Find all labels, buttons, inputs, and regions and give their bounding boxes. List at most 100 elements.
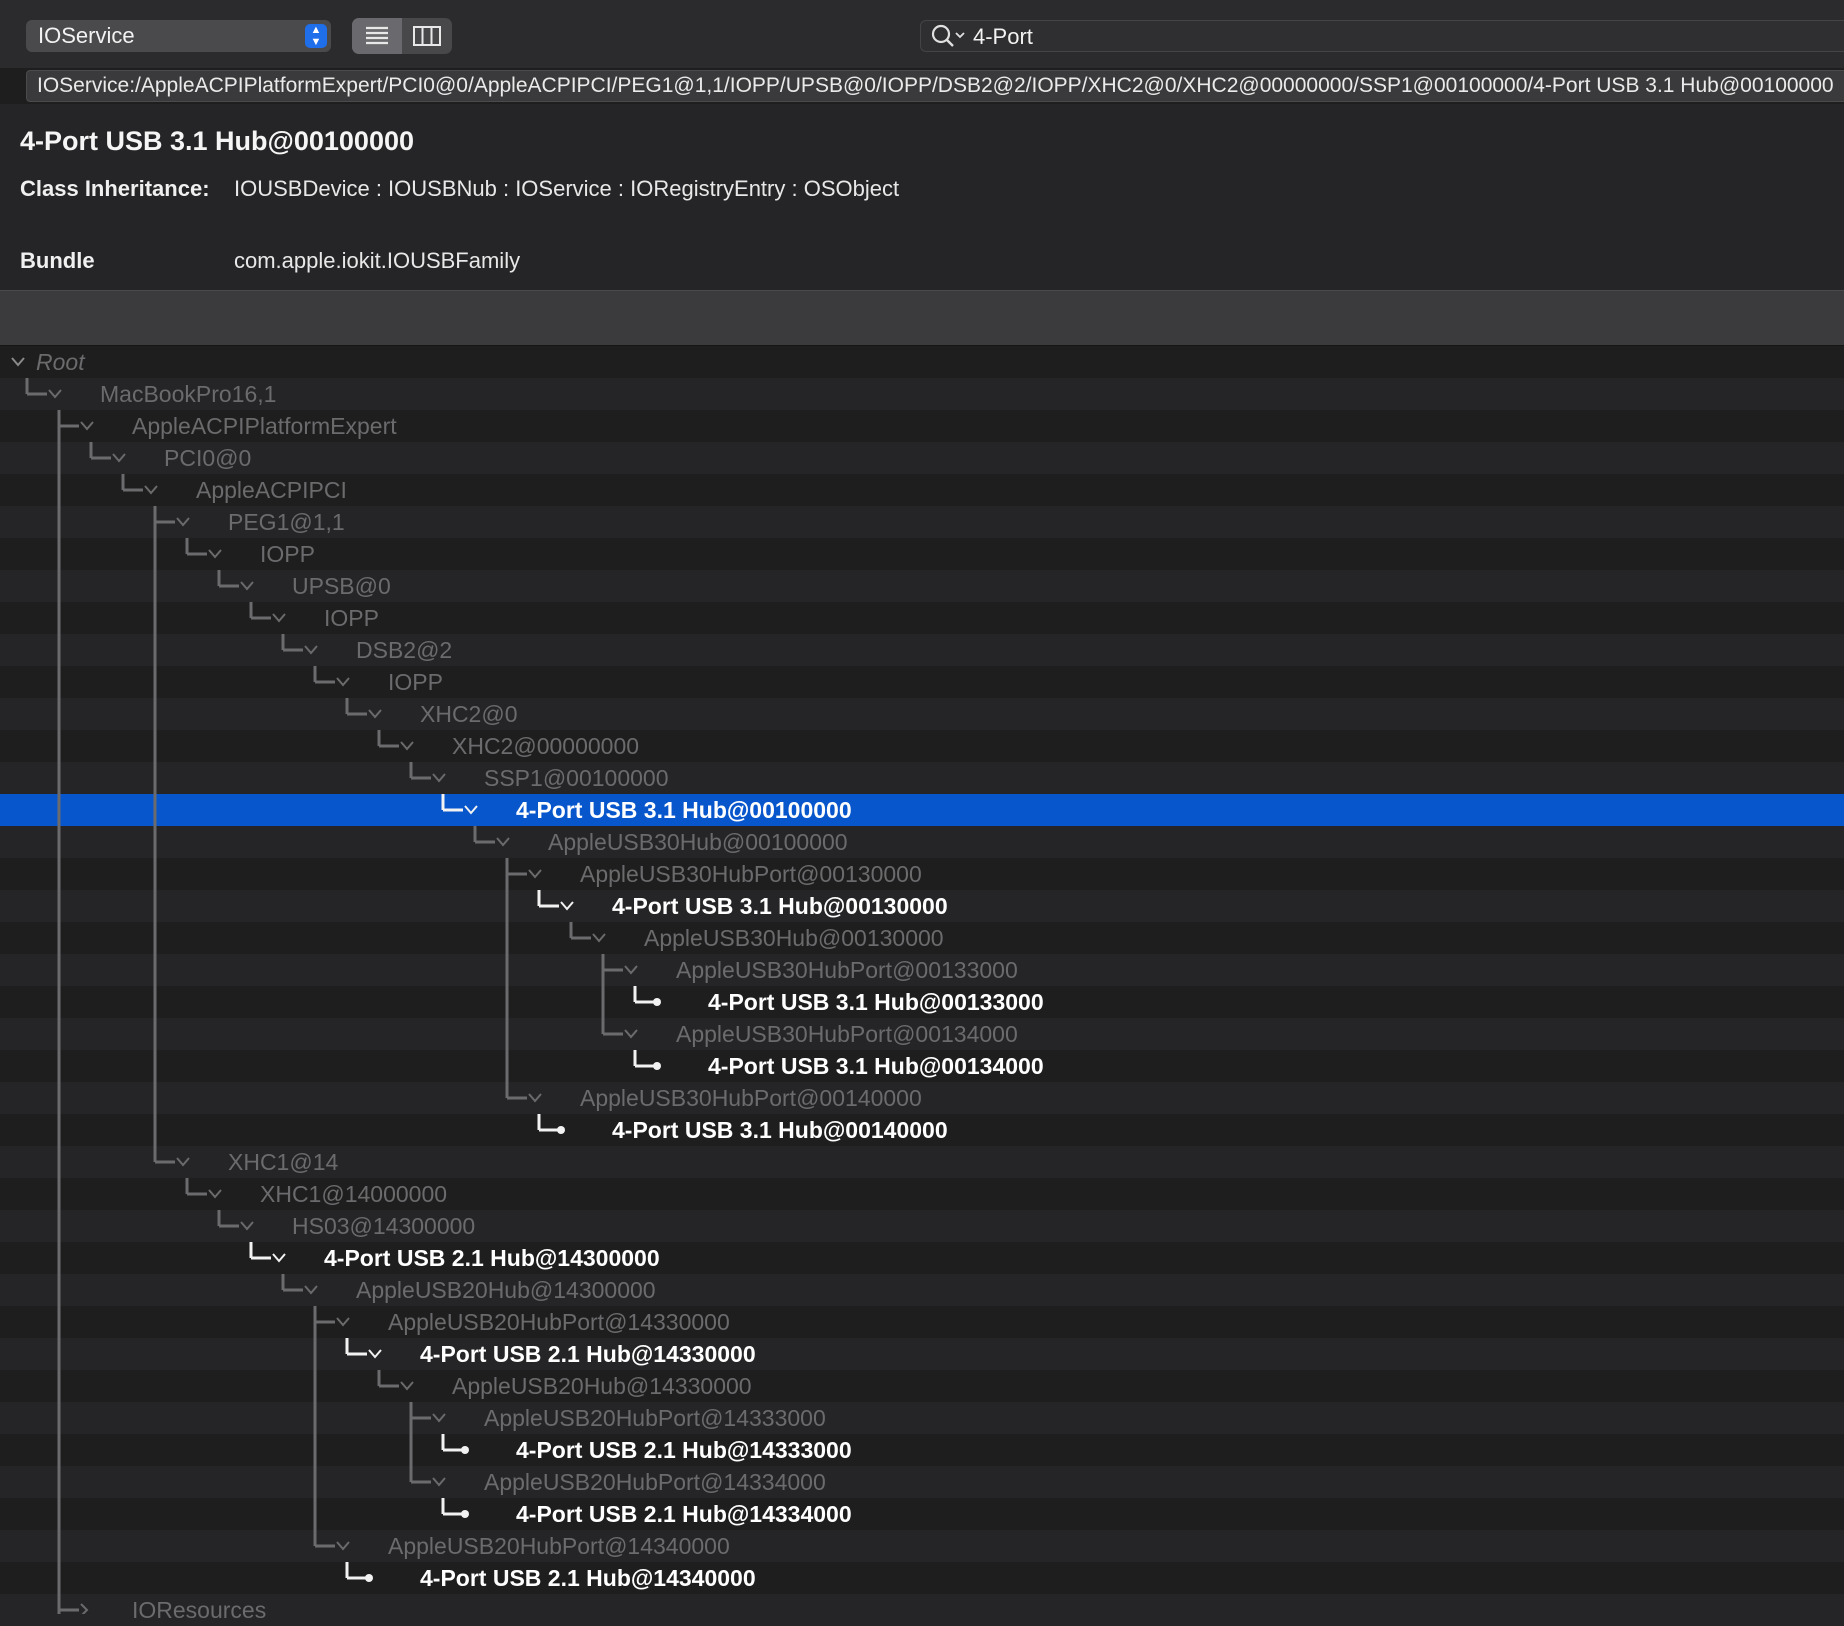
tree-row[interactable]: XHC2@00000000: [0, 730, 1844, 762]
list-view-icon: [366, 26, 388, 45]
tree-node-label: AppleUSB30Hub@00130000: [644, 925, 944, 951]
inheritance-label: Class Inheritance:: [20, 176, 210, 201]
tree-node-label: Root: [36, 349, 85, 375]
tree-row[interactable]: PCI0@0: [0, 442, 1844, 474]
tree-row[interactable]: AppleACPIPlatformExpert: [0, 410, 1844, 442]
tree-row[interactable]: IOPP: [0, 602, 1844, 634]
tree-row[interactable]: UPSB@0: [0, 570, 1844, 602]
tree-row[interactable]: Root: [0, 346, 1844, 378]
object-title: 4-Port USB 3.1 Hub@00100000: [20, 126, 414, 156]
tree-row[interactable]: MacBookPro16,1: [0, 378, 1844, 410]
tree-row[interactable]: XHC1@14000000: [0, 1178, 1844, 1210]
bundle-label: Bundle: [20, 248, 95, 273]
tree-row[interactable]: 4-Port USB 3.1 Hub@00140000: [0, 1114, 1844, 1146]
tree-row[interactable]: 4-Port USB 2.1 Hub@14334000: [0, 1498, 1844, 1530]
tree-row[interactable]: AppleUSB30HubPort@00133000: [0, 954, 1844, 986]
bundle-value: com.apple.iokit.IOUSBFamily: [234, 248, 521, 273]
tree-row[interactable]: 4-Port USB 3.1 Hub@00130000: [0, 890, 1844, 922]
tree-node-label: 4-Port USB 3.1 Hub@00140000: [612, 1117, 948, 1143]
tree-node-label: AppleUSB20HubPort@14340000: [388, 1533, 730, 1559]
search-field[interactable]: [920, 20, 1844, 53]
tree-row[interactable]: 4-Port USB 2.1 Hub@14330000: [0, 1338, 1844, 1370]
tree-row[interactable]: IOResources: [0, 1594, 1844, 1626]
tree-row[interactable]: AppleUSB30Hub@00130000: [0, 922, 1844, 954]
tree-node-label: MacBookPro16,1: [100, 381, 277, 407]
tree-row[interactable]: AppleACPIPCI: [0, 474, 1844, 506]
tree-node-label: IOPP: [388, 669, 443, 695]
tree-row[interactable]: 4-Port USB 3.1 Hub@00100000: [0, 794, 1844, 826]
tree-row[interactable]: 4-Port USB 2.1 Hub@14333000: [0, 1434, 1844, 1466]
tree-row[interactable]: AppleUSB20Hub@14330000: [0, 1370, 1844, 1402]
tree-node-label: XHC1@14000000: [260, 1181, 448, 1207]
tree-node-label: AppleUSB20HubPort@14330000: [388, 1309, 730, 1335]
tree-row[interactable]: AppleUSB20HubPort@14340000: [0, 1530, 1844, 1562]
tree-row[interactable]: SSP1@00100000: [0, 762, 1844, 794]
tree-node-label: HS03@14300000: [292, 1213, 476, 1239]
tree-row[interactable]: 4-Port USB 3.1 Hub@00133000: [0, 986, 1844, 1018]
search-input[interactable]: [971, 21, 1835, 53]
tree-row[interactable]: HS03@14300000: [0, 1210, 1844, 1242]
view-mode-segmented-control[interactable]: [352, 18, 452, 54]
tree-row[interactable]: AppleUSB30Hub@00100000: [0, 826, 1844, 858]
tree-node-label: PEG1@1,1: [228, 509, 345, 535]
tree-node-label: 4-Port USB 3.1 Hub@00130000: [612, 893, 948, 919]
split-view-divider[interactable]: [0, 290, 1844, 346]
tree-node-label: 4-Port USB 2.1 Hub@14334000: [516, 1501, 852, 1527]
tree-row[interactable]: AppleUSB20Hub@14300000: [0, 1274, 1844, 1306]
tree-row[interactable]: PEG1@1,1: [0, 506, 1844, 538]
tree-node-label: 4-Port USB 2.1 Hub@14300000: [324, 1245, 660, 1271]
tree-node-label: IOPP: [324, 605, 379, 631]
tree-node-label: XHC1@14: [228, 1149, 339, 1175]
tree-node-label: AppleUSB20Hub@14330000: [452, 1373, 752, 1399]
info-panel: 4-Port USB 3.1 Hub@00100000 Class Inheri…: [0, 104, 1844, 290]
tree-node-label: AppleUSB20HubPort@14334000: [484, 1469, 826, 1495]
tree-node-label: DSB2@2: [356, 637, 453, 663]
plane-popup-label: IOService: [38, 23, 135, 48]
search-icon: [931, 24, 965, 47]
tree-row[interactable]: AppleUSB20HubPort@14333000: [0, 1402, 1844, 1434]
popup-arrows-icon: ▲ ▼: [305, 24, 327, 48]
tree-node-label: IOPP: [260, 541, 315, 567]
tree-row[interactable]: IOPP: [0, 538, 1844, 570]
tree-row[interactable]: IOPP: [0, 666, 1844, 698]
tree-node-label: AppleUSB20HubPort@14333000: [484, 1405, 826, 1431]
tree-node-label: XHC2@0: [420, 701, 518, 727]
tree-node-label: AppleUSB30HubPort@00130000: [580, 861, 922, 887]
tree-row[interactable]: 4-Port USB 2.1 Hub@14300000: [0, 1242, 1844, 1274]
registry-tree[interactable]: Root MacBookPro16,1 AppleACPIPlatformExper…: [0, 346, 1844, 1626]
tree-node-label: SSP1@00100000: [484, 765, 669, 791]
tree-row[interactable]: AppleUSB30HubPort@00134000: [0, 1018, 1844, 1050]
tree-node-label: AppleUSB30HubPort@00140000: [580, 1085, 922, 1111]
tree-row[interactable]: DSB2@2: [0, 634, 1844, 666]
tree-row[interactable]: AppleUSB20HubPort@14334000: [0, 1466, 1844, 1498]
tree-node-label: IOResources: [132, 1597, 267, 1623]
tree-node-label: 4-Port USB 3.1 Hub@00134000: [708, 1053, 1044, 1079]
list-view-button[interactable]: [352, 18, 402, 54]
tree-node-label: AppleACPIPlatformExpert: [132, 413, 397, 439]
tree-node-label: 4-Port USB 2.1 Hub@14333000: [516, 1437, 852, 1463]
registry-path-field[interactable]: IOService:/AppleACPIPlatformExpert/PCI0@…: [26, 70, 1844, 102]
tree-row[interactable]: AppleUSB30HubPort@00140000: [0, 1082, 1844, 1114]
tree-node-label: AppleUSB30HubPort@00133000: [676, 957, 1018, 983]
tree-node-label: AppleUSB30Hub@00100000: [548, 829, 848, 855]
tree-node-label: AppleUSB30HubPort@00134000: [676, 1021, 1018, 1047]
plane-popup-button[interactable]: IOService ▲ ▼: [26, 20, 331, 52]
tree-node-label: XHC2@00000000: [452, 733, 640, 759]
tree-row[interactable]: 4-Port USB 3.1 Hub@00134000: [0, 1050, 1844, 1082]
tree-node-label: 4-Port USB 2.1 Hub@14340000: [420, 1565, 756, 1591]
toolbar: IOService ▲ ▼: [0, 0, 1844, 68]
inheritance-value: IOUSBDevice : IOUSBNub : IOService : IOR…: [234, 176, 900, 201]
tree-row[interactable]: 4-Port USB 2.1 Hub@14340000: [0, 1562, 1844, 1594]
tree-node-label: AppleACPIPCI: [196, 477, 347, 503]
tree-row[interactable]: AppleUSB20HubPort@14330000: [0, 1306, 1844, 1338]
tree-node-label: UPSB@0: [292, 573, 391, 599]
tree-row[interactable]: AppleUSB30HubPort@00130000: [0, 858, 1844, 890]
column-view-button[interactable]: [402, 18, 452, 54]
tree-row[interactable]: XHC2@0: [0, 698, 1844, 730]
tree-node-label: AppleUSB20Hub@14300000: [356, 1277, 656, 1303]
tree-node-label: 4-Port USB 3.1 Hub@00133000: [708, 989, 1044, 1015]
tree-node-label: 4-Port USB 2.1 Hub@14330000: [420, 1341, 756, 1367]
tree-row[interactable]: XHC1@14: [0, 1146, 1844, 1178]
column-view-icon: [413, 26, 441, 46]
tree-node-label: 4-Port USB 3.1 Hub@00100000: [516, 797, 852, 823]
